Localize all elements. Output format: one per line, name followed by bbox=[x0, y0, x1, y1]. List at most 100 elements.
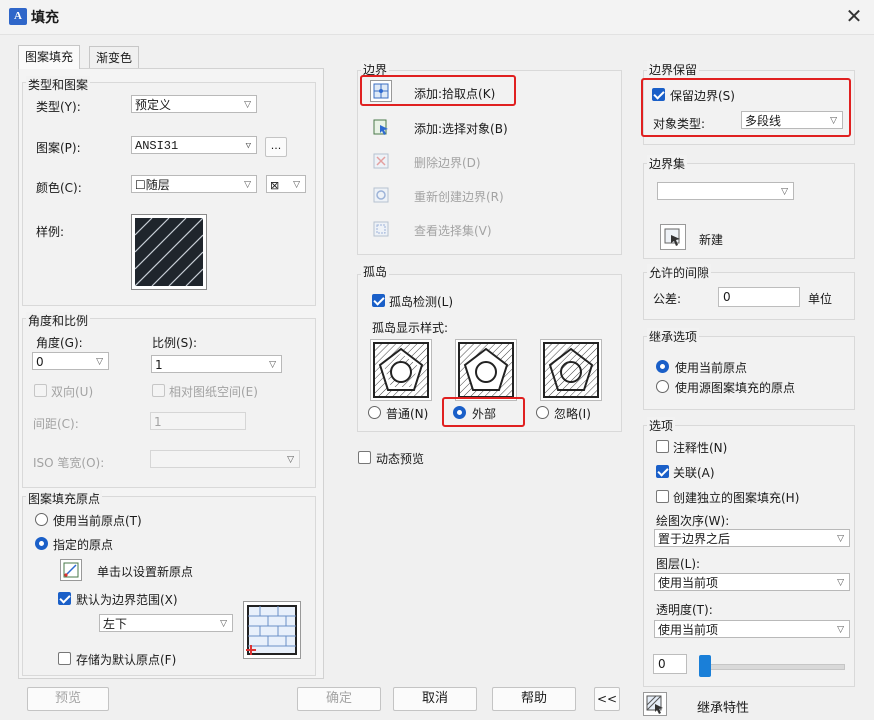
recreate-boundary-label[interactable]: 重新创建边界(R) bbox=[414, 188, 504, 205]
associative-checkbox[interactable] bbox=[656, 465, 669, 478]
add-select-objects-button[interactable] bbox=[370, 116, 392, 138]
chevron-down-icon: ▽ bbox=[830, 116, 837, 126]
set-origin-button[interactable] bbox=[60, 559, 82, 581]
view-selection-label[interactable]: 查看选择集(V) bbox=[414, 222, 492, 239]
default-boundary-checkbox[interactable] bbox=[58, 592, 71, 605]
double-checkbox[interactable] bbox=[34, 384, 47, 397]
retain-boundary-label: 保留边界(S) bbox=[670, 89, 735, 103]
tolerance-unit-label: 单位 bbox=[808, 292, 833, 306]
default-boundary-label: 默认为边界范围(X) bbox=[76, 593, 178, 607]
add-pick-point-label[interactable]: 添加:拾取点(K) bbox=[414, 85, 495, 102]
tolerance-label: 公差: bbox=[653, 292, 682, 306]
origin-group-label: 图案填充原点 bbox=[26, 490, 103, 507]
view-selection-icon bbox=[373, 221, 389, 237]
tab-gradient[interactable]: 渐变色 bbox=[89, 46, 140, 69]
remove-boundary-icon bbox=[373, 153, 389, 169]
annotative-checkbox[interactable] bbox=[656, 440, 669, 453]
island-normal-preview[interactable] bbox=[370, 339, 432, 401]
layer-select[interactable]: 使用当前项 ▽ bbox=[654, 573, 850, 591]
new-boundary-set-button[interactable] bbox=[660, 224, 686, 250]
new-boundary-set-icon bbox=[664, 228, 680, 246]
transparency-select[interactable]: 使用当前项 ▽ bbox=[654, 620, 850, 638]
inherit-properties-label: 继承特性 bbox=[697, 701, 750, 716]
origin-position-select[interactable]: 左下 ▽ bbox=[99, 614, 233, 632]
add-pick-point-button[interactable] bbox=[370, 80, 392, 102]
island-outer-radio[interactable] bbox=[453, 406, 466, 419]
island-detect-label: 孤岛检测(L) bbox=[389, 295, 454, 309]
tolerance-input[interactable]: 0 bbox=[718, 287, 800, 307]
inherit-options-group-label: 继承选项 bbox=[647, 328, 700, 345]
island-ignore-radio[interactable] bbox=[536, 406, 549, 419]
chevron-down-icon: ▽ bbox=[96, 357, 103, 367]
island-detect-checkbox[interactable] bbox=[372, 294, 385, 307]
separate-hatch-checkbox[interactable] bbox=[656, 490, 669, 503]
cancel-button[interactable]: 取消 bbox=[393, 687, 477, 711]
sample-label: 样例: bbox=[36, 225, 65, 239]
chevron-down-icon: ▽ bbox=[244, 100, 251, 110]
transparency-slider-track[interactable] bbox=[706, 664, 845, 670]
add-select-objects-label[interactable]: 添加:选择对象(B) bbox=[414, 120, 508, 137]
retain-boundary-checkbox[interactable] bbox=[652, 88, 665, 101]
help-button[interactable]: 帮助 bbox=[492, 687, 576, 711]
draw-order-select[interactable]: 置于边界之后 ▽ bbox=[654, 529, 850, 547]
remove-boundary-button[interactable] bbox=[370, 150, 392, 172]
type-select[interactable]: 预定义 ▽ bbox=[131, 95, 257, 113]
options-group-label: 选项 bbox=[647, 417, 676, 434]
island-normal-radio[interactable] bbox=[368, 406, 381, 419]
new-boundary-set-label: 新建 bbox=[699, 233, 724, 247]
close-icon[interactable]: ✕ bbox=[842, 4, 866, 28]
inherit-use-source-label: 使用源图案填充的原点 bbox=[675, 381, 796, 395]
background-color-select[interactable]: ⊠ ▽ bbox=[266, 175, 306, 193]
recreate-boundary-button[interactable] bbox=[370, 184, 392, 206]
island-outer-preview[interactable] bbox=[455, 339, 517, 401]
inherit-properties-button[interactable] bbox=[643, 692, 667, 716]
chevron-down-icon: ▽ bbox=[837, 625, 844, 635]
island-normal-icon bbox=[373, 342, 429, 398]
color-label: 颜色(C): bbox=[36, 181, 82, 195]
select-objects-icon bbox=[373, 119, 388, 135]
preview-button[interactable]: 预览 bbox=[27, 687, 109, 711]
window-title: 填充 bbox=[31, 10, 59, 26]
collapse-button[interactable]: << bbox=[594, 687, 620, 711]
chevron-down-icon: ▽ bbox=[269, 360, 276, 370]
separate-hatch-label: 创建独立的图案填充(H) bbox=[673, 491, 800, 505]
angle-select[interactable]: 0 ▽ bbox=[32, 352, 109, 370]
specified-origin-radio[interactable] bbox=[35, 537, 48, 550]
inherit-use-current-radio[interactable] bbox=[656, 360, 669, 373]
color-select[interactable]: ☐随层 ▽ bbox=[131, 175, 257, 193]
boundary-set-select[interactable]: ▽ bbox=[657, 182, 794, 200]
iso-pen-label: ISO 笔宽(O): bbox=[33, 456, 105, 470]
transparency-value-input[interactable]: 0 bbox=[653, 654, 687, 674]
specified-origin-label: 指定的原点 bbox=[53, 538, 114, 552]
store-default-origin-checkbox[interactable] bbox=[58, 652, 71, 665]
chevron-down-icon: ▽ bbox=[220, 619, 227, 629]
origin-position-preview bbox=[243, 601, 301, 659]
use-current-origin-label: 使用当前原点(T) bbox=[53, 514, 142, 528]
no-fill-icon: ⊠ bbox=[270, 179, 280, 192]
transparency-slider-thumb[interactable] bbox=[699, 655, 711, 677]
spacing-label: 间距(C): bbox=[33, 417, 79, 431]
iso-pen-select[interactable]: ▽ bbox=[150, 450, 300, 468]
pattern-sample-preview[interactable] bbox=[131, 214, 207, 290]
island-outer-icon bbox=[458, 342, 514, 398]
relative-paperspace-checkbox[interactable] bbox=[152, 384, 165, 397]
remove-boundary-label[interactable]: 删除边界(D) bbox=[414, 154, 481, 171]
chevron-down-icon: ▽ bbox=[837, 578, 844, 588]
relative-paperspace-label: 相对图纸空间(E) bbox=[169, 385, 258, 399]
island-ignore-preview[interactable] bbox=[540, 339, 602, 401]
chevron-down-icon: ▽ bbox=[244, 180, 251, 190]
inherit-use-source-radio[interactable] bbox=[656, 380, 669, 393]
tab-pattern-fill[interactable]: 图案填充 bbox=[18, 45, 81, 69]
ok-button[interactable]: 确定 bbox=[297, 687, 381, 711]
angle-scale-group-label: 角度和比例 bbox=[26, 312, 91, 329]
use-current-origin-radio[interactable] bbox=[35, 513, 48, 526]
scale-select[interactable]: 1 ▽ bbox=[151, 355, 282, 373]
object-type-select[interactable]: 多段线 ▽ bbox=[741, 111, 843, 129]
view-selection-button[interactable] bbox=[370, 218, 392, 240]
pattern-browse-button[interactable]: ... bbox=[265, 137, 287, 157]
pattern-select[interactable]: ANSI31 ▽ bbox=[131, 136, 257, 154]
brick-pattern-icon bbox=[246, 605, 297, 655]
gap-group-label: 允许的间隙 bbox=[647, 264, 712, 281]
dynamic-preview-checkbox[interactable] bbox=[358, 451, 371, 464]
spacing-input[interactable]: 1 bbox=[150, 412, 246, 430]
